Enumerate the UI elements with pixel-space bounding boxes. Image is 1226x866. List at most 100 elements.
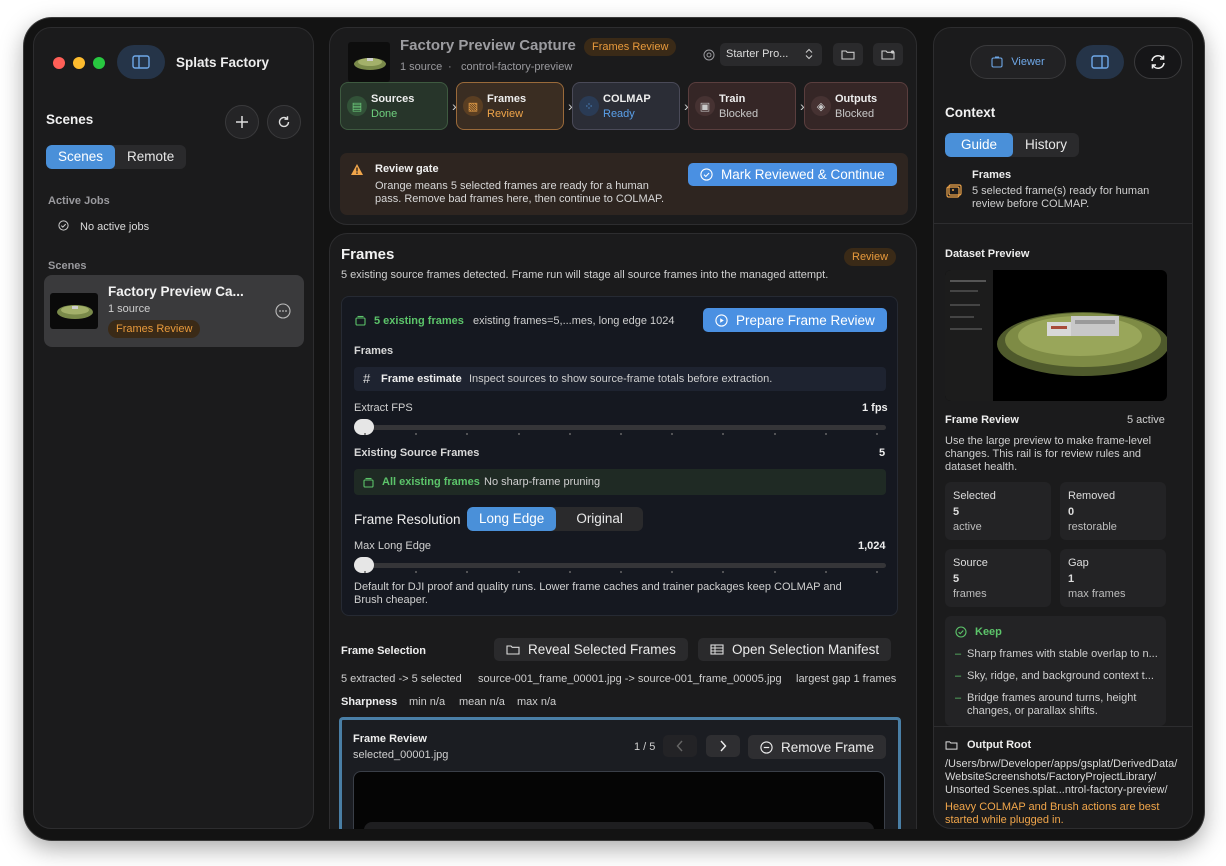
inspector-icon <box>1091 55 1109 69</box>
open-selection-manifest-button[interactable]: Open Selection Manifest <box>698 638 892 661</box>
stat-removed-sub: restorable <box>1068 521 1117 533</box>
frame-resolution-toggle: Long Edge Original <box>467 507 643 531</box>
play-circle-icon <box>715 313 728 327</box>
resolution-note-1: Default for DJI proof and quality runs. … <box>354 581 842 593</box>
chevron-left-icon <box>676 740 683 752</box>
existing-frames-label: 5 existing frames <box>374 315 464 327</box>
scene-thumbnail <box>50 293 98 329</box>
keep-bullet: – <box>955 692 962 704</box>
slider-tick <box>620 571 622 573</box>
frame-resolution-label: Frame Resolution <box>354 512 461 527</box>
tab-guide[interactable]: Guide <box>945 133 1014 157</box>
remove-frame-label: Remove Frame <box>781 739 875 755</box>
extract-fps-value: 1 fps <box>862 402 888 414</box>
slider-tick <box>876 571 878 573</box>
stage-sources[interactable]: ▤ Sources Done <box>340 82 448 130</box>
keep-title: Keep <box>975 626 1002 638</box>
folder-settings-button[interactable] <box>873 43 903 66</box>
refresh-scenes-button[interactable] <box>267 105 301 139</box>
add-scene-button[interactable] <box>225 105 259 139</box>
open-folder-button[interactable] <box>833 43 863 66</box>
sync-button[interactable] <box>1134 45 1182 79</box>
capture-status-badge: Frames Review <box>584 38 677 56</box>
train-icon: ▣ <box>695 96 715 116</box>
existing-frames-detail: existing frames=5,...mes, long edge 1024 <box>473 315 675 327</box>
selection-gap: largest gap 1 frames <box>796 673 897 685</box>
frames-stage-icon: ▧ <box>463 96 483 116</box>
keep-item-2: Sky, ridge, and background context t... <box>967 670 1154 682</box>
zoom-window-button[interactable] <box>93 57 105 69</box>
no-active-jobs-text: No active jobs <box>80 221 150 233</box>
frames-description: 5 existing source frames detected. Frame… <box>341 269 829 281</box>
frame-estimate-row: # Frame estimate Inspect sources to show… <box>354 367 886 391</box>
existing-source-frames-label: Existing Source Frames <box>354 447 480 459</box>
sources-icon: ▤ <box>347 96 367 116</box>
slider-tick <box>517 433 520 435</box>
mark-reviewed-label: Mark Reviewed & Continue <box>721 167 885 182</box>
frame-settings-card: 5 existing frames existing frames=5,...m… <box>341 296 898 616</box>
tab-remote[interactable]: Remote <box>115 145 186 169</box>
preset-select[interactable]: Starter Pro... <box>720 43 822 66</box>
outputs-icon: ◈ <box>811 96 831 116</box>
divider <box>934 726 1192 727</box>
mark-reviewed-continue-button[interactable]: Mark Reviewed & Continue <box>688 163 897 186</box>
stage-colmap-label: COLMAP <box>603 93 651 105</box>
check-circle-icon <box>955 626 967 638</box>
frame-review-active-count: 5 active <box>1127 414 1165 426</box>
keep-rules-card: Keep – Sharp frames with stable overlap … <box>945 616 1166 726</box>
guide-frames-text-1: 5 selected frame(s) ready for human <box>972 185 1150 197</box>
scenes-section-header: Scenes <box>48 260 87 272</box>
viewer-button[interactable]: Viewer <box>970 45 1066 79</box>
stage-frames-status: Review <box>487 108 524 120</box>
toggle-inspector-button[interactable] <box>1076 45 1124 79</box>
guide-frames-title: Frames <box>972 169 1012 181</box>
slider-tick <box>517 571 520 573</box>
stat-selected-value: 5 <box>953 506 960 518</box>
colmap-icon: ⁘ <box>579 96 599 116</box>
capture-project-id: control-factory-preview <box>461 61 573 73</box>
stage-frames[interactable]: ▧ Frames Review <box>456 82 564 130</box>
dataset-preview-image[interactable] <box>945 270 1167 401</box>
stage-train[interactable]: ▣ Train Blocked <box>688 82 796 130</box>
reveal-selected-frames-button[interactable]: Reveal Selected Frames <box>494 638 688 661</box>
more-options-icon[interactable] <box>275 303 291 319</box>
review-gate-banner: Review gate Orange means 5 selected fram… <box>340 153 908 215</box>
open-selection-manifest-label: Open Selection Manifest <box>732 642 880 657</box>
slider-tick <box>415 571 418 573</box>
all-existing-frames-label: All existing frames <box>382 476 480 488</box>
stage-outputs[interactable]: ◈ Outputs Blocked <box>804 82 908 130</box>
frame-review-rail-title: Frame Review <box>945 414 1019 426</box>
prepare-frame-review-label: Prepare Frame Review <box>736 312 875 328</box>
power-warning-1: Heavy COLMAP and Brush actions are best <box>945 801 1160 813</box>
resolution-option-long-edge[interactable]: Long Edge <box>467 507 557 531</box>
hash-icon: # <box>363 371 371 386</box>
previous-frame-button[interactable] <box>663 735 697 757</box>
scene-list-item[interactable]: Factory Preview Ca... 1 source Frames Re… <box>44 275 304 347</box>
selection-range: source-001_frame_00001.jpg -> source-001… <box>478 673 782 685</box>
next-frame-button[interactable] <box>706 735 740 757</box>
check-circle-icon <box>58 220 69 231</box>
toggle-sidebar-button[interactable] <box>117 45 165 79</box>
stage-colmap[interactable]: ⁘ COLMAP Ready <box>572 82 680 130</box>
tab-scenes[interactable]: Scenes <box>46 145 116 169</box>
frame-review-card: Frame Review selected_00001.jpg 1 / 5 Re… <box>339 717 901 829</box>
context-tabs: Guide History <box>945 133 1080 157</box>
sharpness-min: min n/a <box>409 696 446 708</box>
dataset-preview-title: Dataset Preview <box>945 248 1030 260</box>
slider-tick <box>824 433 827 435</box>
slider-tick <box>671 571 674 573</box>
frame-review-title: Frame Review <box>353 733 427 745</box>
remove-frame-button[interactable]: Remove Frame <box>748 735 887 759</box>
minimize-window-button[interactable] <box>73 57 85 69</box>
app-title: Splats Factory <box>176 55 270 70</box>
tab-history[interactable]: History <box>1013 133 1079 157</box>
close-window-button[interactable] <box>53 57 65 69</box>
existing-source-frames-count: 5 <box>879 447 886 459</box>
slider-tick <box>568 433 571 435</box>
keep-item-1: Sharp frames with stable overlap to n... <box>967 648 1158 660</box>
resolution-option-original[interactable]: Original <box>556 507 643 531</box>
output-root-path-3: Unsorted Scenes.splat...ntrol-factory-pr… <box>945 784 1168 796</box>
prepare-frame-review-button[interactable]: Prepare Frame Review <box>703 308 887 332</box>
frame-estimate-title: Frame estimate <box>381 373 462 385</box>
context-panel: Viewer Context Guide History Frames 5 se… <box>933 27 1193 829</box>
